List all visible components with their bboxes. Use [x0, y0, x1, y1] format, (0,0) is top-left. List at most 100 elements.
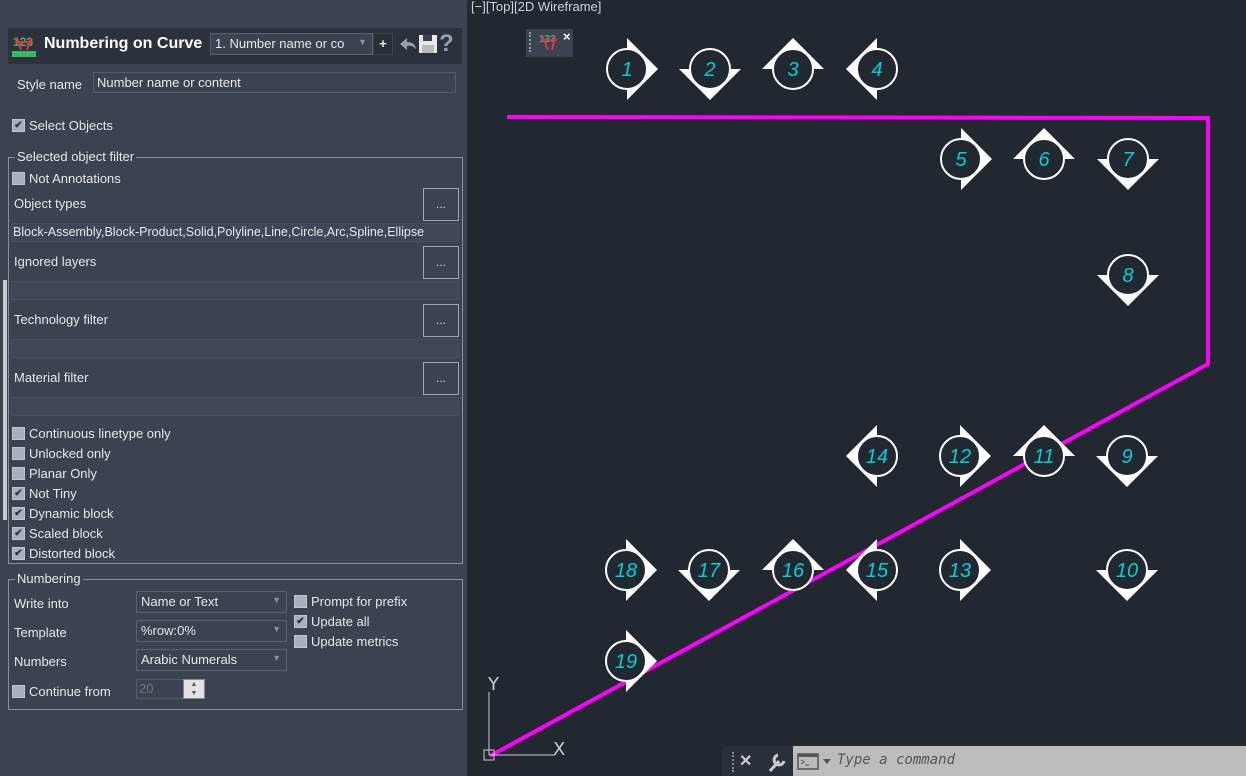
technology-filter-label: Technology filter: [14, 312, 108, 327]
number-marker[interactable]: 11: [1013, 425, 1075, 477]
drawing-viewport[interactable]: [−][Top][2D Wireframe] 123 × YX123456789…: [467, 0, 1246, 776]
number-marker[interactable]: 10: [1096, 549, 1158, 601]
floppy-save-icon[interactable]: [418, 34, 438, 54]
filter-checkbox-label: Planar Only: [29, 465, 97, 481]
filter-checkbox[interactable]: ✔ Not Tiny: [12, 483, 171, 503]
checkbox-checked: ✔: [12, 526, 25, 540]
filter-checkbox[interactable]: ✔ Scaled block: [12, 523, 171, 543]
number-marker[interactable]: 7: [1097, 138, 1159, 190]
continue-from-input[interactable]: 20: [136, 679, 184, 699]
select-objects-checkbox[interactable]: ✔ Select Objects: [12, 118, 113, 133]
close-command-button[interactable]: ✕: [739, 751, 752, 771]
number-marker[interactable]: 9: [1096, 435, 1158, 487]
number-marker[interactable]: 1: [606, 38, 658, 100]
add-style-button[interactable]: +: [373, 33, 393, 55]
material-filter-value[interactable]: [11, 397, 459, 416]
marker-label: 16: [782, 560, 805, 582]
ignored-layers-label: Ignored layers: [14, 254, 97, 269]
number-marker[interactable]: 17: [678, 549, 740, 601]
continue-from-stepper[interactable]: ▲ ▼: [183, 679, 205, 699]
chevron-down-icon: ▼: [272, 653, 281, 663]
numbers-select[interactable]: Arabic Numerals ▼: [136, 649, 287, 671]
command-history-icon[interactable]: [797, 753, 833, 771]
not-annotations-checkbox[interactable]: Not Annotations: [12, 171, 121, 186]
filter-checkbox[interactable]: Planar Only: [12, 463, 171, 483]
help-button[interactable]: ?: [439, 30, 454, 58]
marker-label: 5: [955, 149, 967, 171]
grip-handle-icon[interactable]: [732, 752, 734, 772]
marker-label: 9: [1121, 446, 1132, 468]
marker-label: 15: [866, 560, 889, 582]
chevron-down-icon: ▼: [272, 624, 281, 634]
write-into-select[interactable]: Name or Text ▼: [136, 591, 287, 613]
marker-label: 12: [949, 446, 971, 468]
checkbox-checked: ✔: [12, 546, 25, 560]
filter-checkbox[interactable]: ✔ Dynamic block: [12, 503, 171, 523]
marker-label: 13: [949, 560, 971, 582]
curve-polyline[interactable]: [489, 115, 1210, 758]
technology-filter-value[interactable]: [11, 339, 459, 358]
continue-from-checkbox[interactable]: Continue from: [12, 684, 111, 699]
update-metrics-label: Update metrics: [311, 634, 399, 649]
numbering-title: Numbering: [15, 571, 83, 586]
command-input[interactable]: Type a command: [793, 746, 1246, 776]
object-types-button[interactable]: ...: [423, 188, 459, 221]
filter-checkbox-label: Scaled block: [29, 525, 103, 541]
panel-scrollbar[interactable]: [3, 280, 7, 520]
filter-checkbox-label: Distorted block: [29, 545, 115, 561]
number-marker[interactable]: 6: [1013, 128, 1075, 180]
number-marker[interactable]: 15: [846, 539, 898, 601]
number-marker[interactable]: 16: [762, 539, 824, 591]
template-select[interactable]: %row:0% ▼: [136, 620, 287, 642]
technology-filter-button[interactable]: ...: [423, 304, 459, 337]
app-logo-icon: 123: [11, 32, 37, 58]
ucs-axis-icon: YX: [483, 674, 565, 761]
marker-label: 7: [1122, 149, 1134, 171]
number-marker[interactable]: 5: [940, 128, 992, 190]
number-marker[interactable]: 18: [605, 539, 657, 601]
number-marker[interactable]: 2: [679, 48, 741, 100]
number-marker[interactable]: 13: [939, 539, 991, 601]
filter-checkbox[interactable]: Continuous linetype only: [12, 423, 171, 443]
undo-arrow-icon[interactable]: [398, 34, 418, 54]
prompt-prefix-checkbox[interactable]: Prompt for prefix: [294, 594, 407, 609]
object-types-value[interactable]: Block-Assembly,Block-Product,Solid,Polyl…: [11, 223, 459, 242]
not-annotations-label: Not Annotations: [29, 171, 121, 186]
marker-label: 18: [615, 560, 637, 582]
filter-checkbox-label: Not Tiny: [29, 485, 77, 501]
axis-x-label: X: [553, 739, 565, 760]
number-marker[interactable]: 4: [846, 38, 898, 100]
update-all-checkbox[interactable]: ✔ Update all: [294, 614, 370, 629]
number-marker[interactable]: 19: [605, 630, 657, 692]
update-all-label: Update all: [311, 614, 370, 629]
number-marker[interactable]: 8: [1097, 254, 1159, 306]
checkbox-unchecked: [12, 172, 25, 185]
number-marker[interactable]: 3: [762, 38, 824, 90]
select-objects-label: Select Objects: [29, 118, 113, 133]
marker-label: 2: [703, 59, 715, 81]
ignored-layers-button[interactable]: ...: [423, 246, 459, 279]
checkbox-checked: ✔: [294, 615, 307, 628]
marker-label: 3: [787, 59, 798, 81]
style-select[interactable]: 1. Number name or co ▼: [210, 33, 373, 55]
marker-label: 6: [1038, 149, 1050, 171]
number-marker[interactable]: 14: [846, 425, 898, 487]
filter-checkbox[interactable]: Unlocked only: [12, 443, 171, 463]
checkbox-unchecked: [12, 426, 25, 440]
checkbox-unchecked: [12, 685, 25, 698]
number-marker[interactable]: 12: [939, 425, 991, 487]
checkbox-unchecked: [294, 595, 307, 608]
wrench-icon[interactable]: [766, 751, 788, 773]
panel-title: Numbering on Curve: [44, 35, 203, 52]
numbering-panel: 123 Numbering on Curve 1. Number name or…: [0, 0, 467, 776]
filter-checkbox[interactable]: ✔ Distorted block: [12, 543, 171, 563]
filter-checkbox-label: Unlocked only: [29, 445, 111, 461]
marker-label: 8: [1122, 265, 1133, 287]
checkbox-unchecked: [294, 635, 307, 648]
material-filter-button[interactable]: ...: [423, 362, 459, 395]
style-name-input[interactable]: Number name or content: [93, 72, 456, 93]
marker-label: 4: [871, 59, 882, 81]
marker-label: 19: [615, 651, 637, 673]
update-metrics-checkbox[interactable]: Update metrics: [294, 634, 398, 649]
ignored-layers-value[interactable]: [11, 281, 459, 300]
